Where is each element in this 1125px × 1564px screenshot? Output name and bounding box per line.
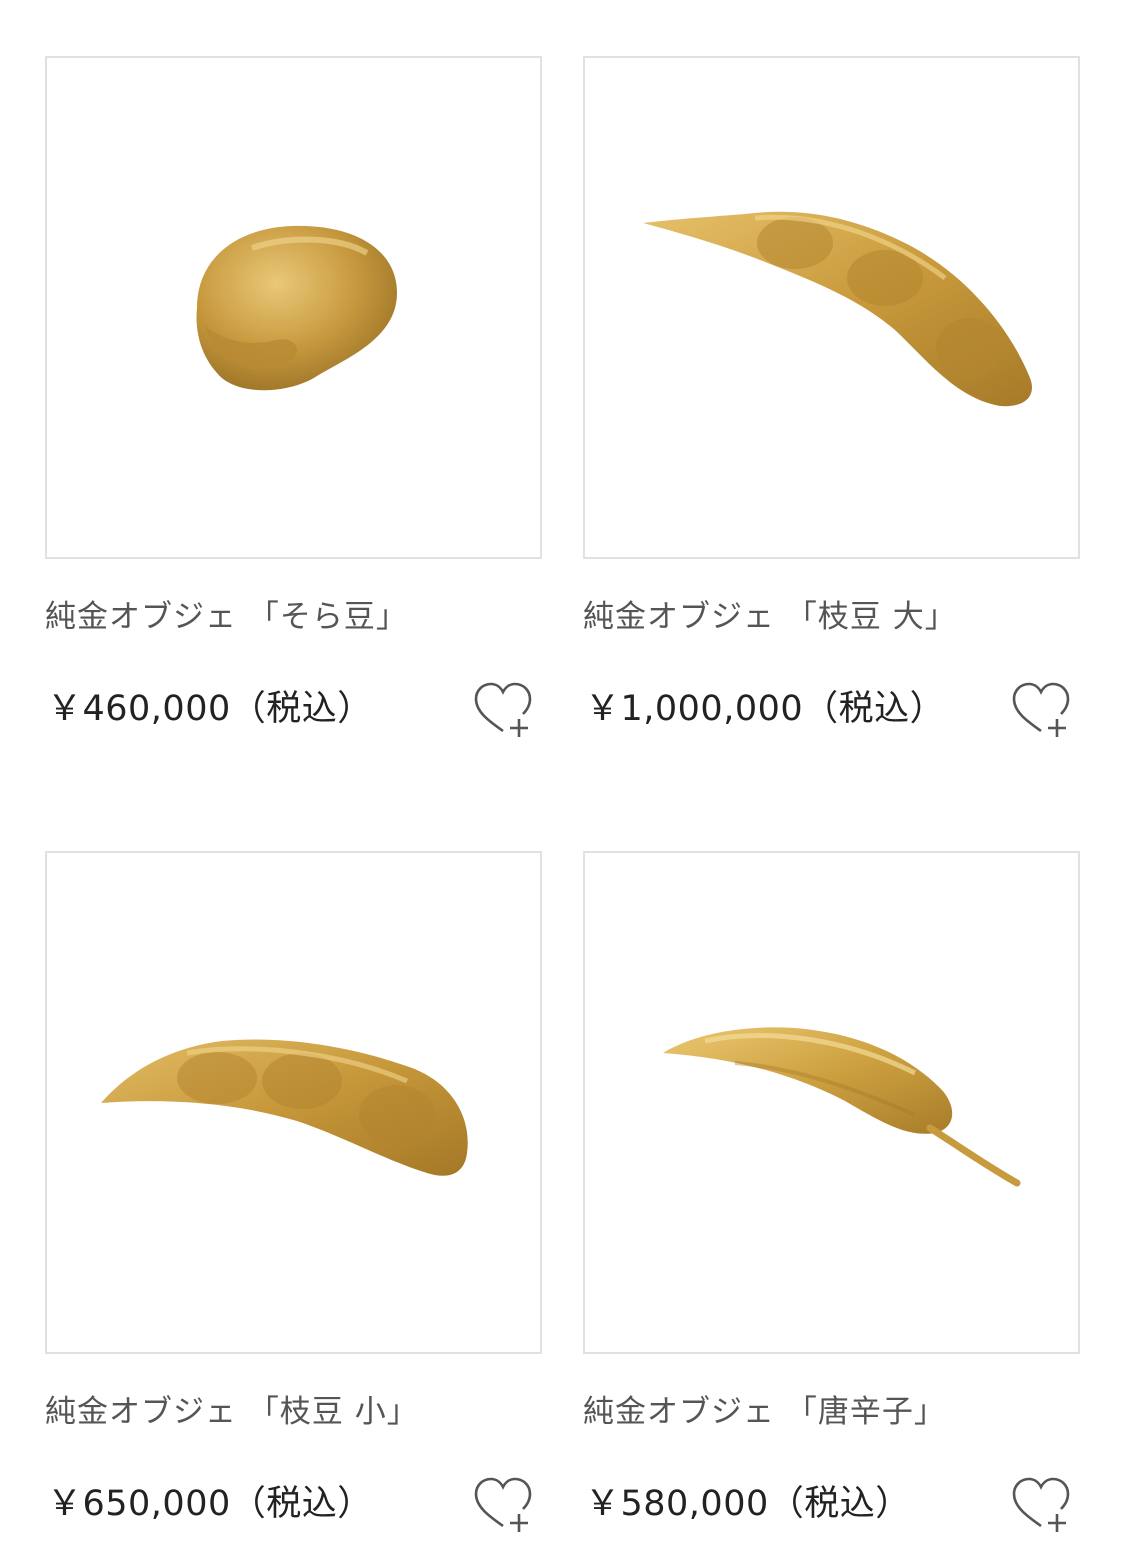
heart-plus-icon (474, 682, 532, 737)
add-to-favorites-button[interactable] (1010, 681, 1072, 739)
product-title[interactable]: 純金オブジェ 「唐辛子」 (583, 1392, 1080, 1432)
heart-plus-icon (1012, 1477, 1070, 1532)
product-card: 純金オブジェ 「枝豆 大」 ￥1,000,000（税込） (583, 56, 1080, 739)
product-title[interactable]: 純金オブジェ 「そら豆」 (45, 597, 542, 637)
add-to-favorites-button[interactable] (1010, 1476, 1072, 1534)
product-price: ￥1,000,000（税込） (585, 689, 946, 729)
product-grid: 純金オブジェ 「そら豆」 ￥460,000（税込） 純金オブジェ 「枝豆 大」 … (0, 0, 1125, 1564)
product-image-link[interactable] (583, 851, 1080, 1354)
price-row: ￥580,000（税込） (583, 1476, 1080, 1534)
gold-broad-bean-image (196, 225, 397, 391)
product-card: 純金オブジェ 「唐辛子」 ￥580,000（税込） (583, 851, 1080, 1534)
gold-edamame-small-image (101, 1039, 468, 1176)
price-row: ￥1,000,000（税込） (583, 681, 1080, 739)
product-price: ￥580,000（税込） (585, 1484, 911, 1524)
add-to-favorites-button[interactable] (472, 681, 534, 739)
product-price: ￥650,000（税込） (47, 1484, 373, 1524)
product-image-link[interactable] (45, 56, 542, 559)
heart-plus-icon (1012, 682, 1070, 737)
gold-edamame-large-image (643, 211, 1032, 407)
gold-chili-pepper-image (663, 1027, 1021, 1187)
product-price: ￥460,000（税込） (47, 689, 373, 729)
product-title[interactable]: 純金オブジェ 「枝豆 大」 (583, 597, 1080, 637)
price-row: ￥650,000（税込） (45, 1476, 542, 1534)
product-image-link[interactable] (45, 851, 542, 1354)
product-card: 純金オブジェ 「そら豆」 ￥460,000（税込） (45, 56, 542, 739)
price-row: ￥460,000（税込） (45, 681, 542, 739)
add-to-favorites-button[interactable] (472, 1476, 534, 1534)
heart-plus-icon (474, 1477, 532, 1532)
product-image-link[interactable] (583, 56, 1080, 559)
product-card: 純金オブジェ 「枝豆 小」 ￥650,000（税込） (45, 851, 542, 1534)
product-title[interactable]: 純金オブジェ 「枝豆 小」 (45, 1392, 542, 1432)
